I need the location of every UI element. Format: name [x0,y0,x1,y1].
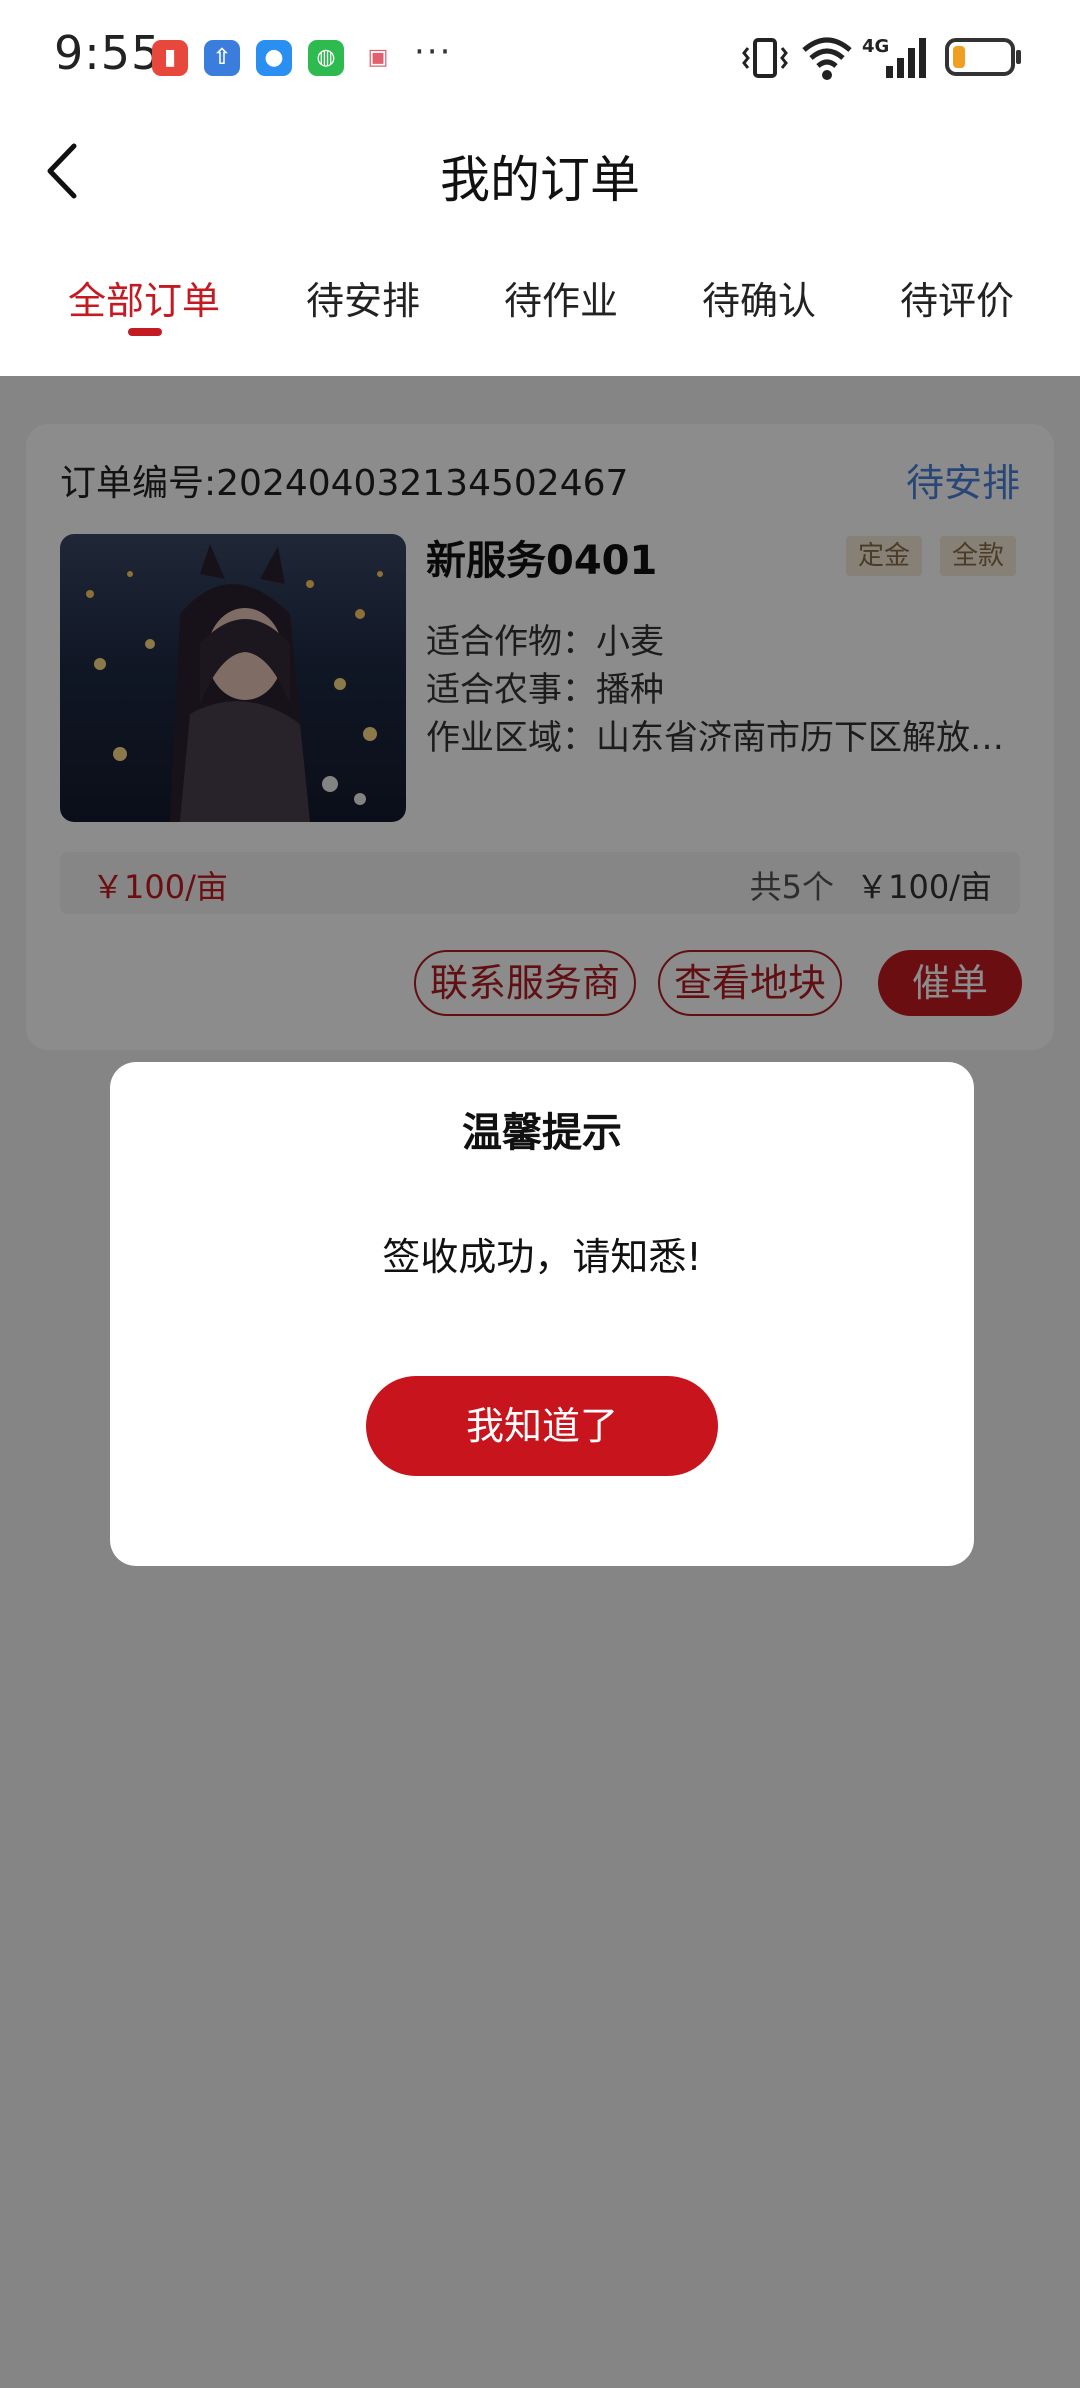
notice-dialog: 温馨提示 签收成功，请知悉! 我知道了 [110,1062,974,1566]
status-bar: 9:55 ▮ ⇧ ● ◍ ▣ ··· 4G [0,0,1080,116]
box-app-icon: ▣ [360,40,396,76]
dialog-message: 签收成功，请知悉! [382,1235,702,1279]
orders-page: 9:55 ▮ ⇧ ● ◍ ▣ ··· 4G 我的订单 全部订单 待安排 待作业 … [0,0,1080,2388]
page-title: 我的订单 [440,151,640,209]
dialog-confirm-button[interactable]: 我知道了 [366,1376,718,1476]
tab-pending-confirm[interactable]: 待确认 [702,270,816,325]
battery-icon [945,38,1021,76]
nav-bar: 我的订单 [0,116,1080,228]
wechat-icon: ◍ [308,40,344,76]
upload-app-icon: ⇧ [204,40,240,76]
more-notifications-icon: ··· [414,32,453,72]
tab-pending-arrange[interactable]: 待安排 [306,270,420,325]
status-time: 9:55 [54,26,162,80]
tab-pending-work[interactable]: 待作业 [504,270,618,325]
message-app-icon: ● [256,40,292,76]
tab-all-orders[interactable]: 全部订单 [68,270,220,325]
active-tab-indicator [128,328,162,336]
vibrate-icon [742,38,788,78]
dialog-title: 温馨提示 [462,1110,622,1156]
battery-saver-app-icon: ▮ [152,40,188,76]
order-tabs: 全部订单 待安排 待作业 待确认 待评价 [0,228,1080,376]
signal-4g-icon [886,38,926,78]
wifi-icon [802,37,852,80]
tab-pending-review[interactable]: 待评价 [900,270,1014,325]
